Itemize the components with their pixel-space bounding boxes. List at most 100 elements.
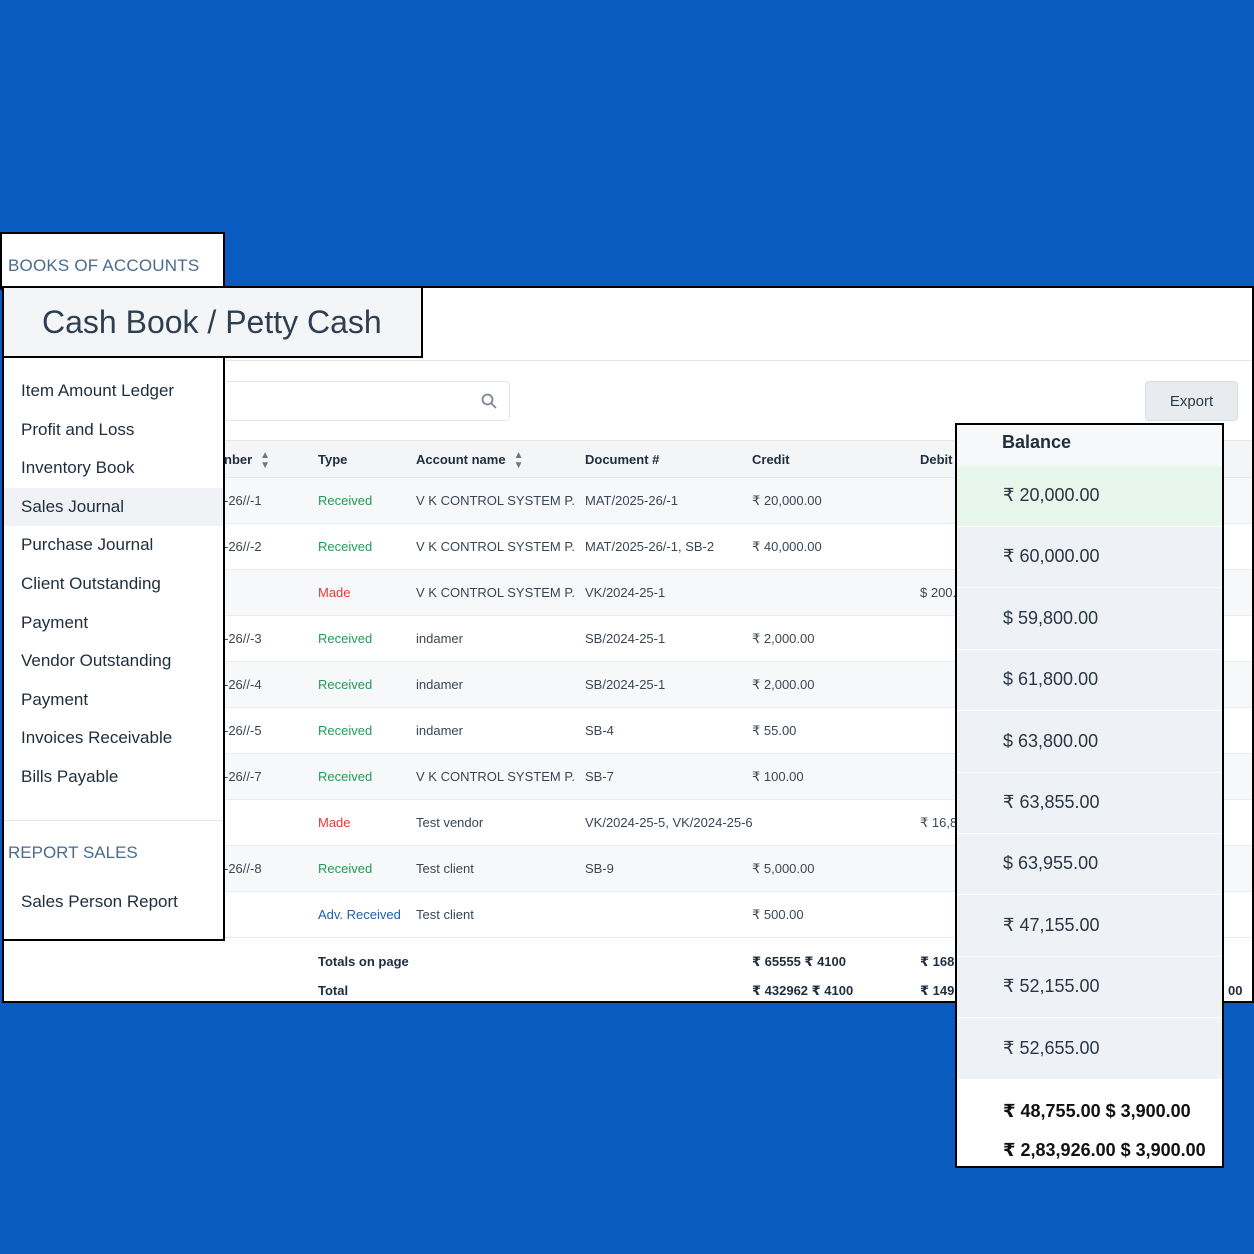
balance-header: Balance (957, 425, 1222, 466)
cell-credit: ₹ 55.00 (752, 723, 797, 738)
cell-account: V K CONTROL SYSTEM P... (416, 493, 576, 508)
books-of-accounts-label: BOOKS OF ACCOUNTS (8, 256, 200, 275)
cell-account: indamer (416, 677, 463, 692)
balance-row: ₹ 20,000.00 (957, 466, 1222, 527)
report-sales-section: REPORT SALES (8, 843, 138, 862)
cell-account: indamer (416, 631, 463, 646)
cell-number: -26//-7 (224, 769, 262, 784)
cell-number: -26//-3 (224, 631, 262, 646)
cell-type: Adv. Received (318, 907, 401, 922)
balance-value: ₹ 52,155.00 (1003, 976, 1100, 997)
balance-row: $ 63,955.00 (957, 834, 1222, 896)
sidebar-divider (4, 820, 223, 821)
balance-column: Balance ₹ 20,000.00 ₹ 60,000.00 $ 59,800.0… (955, 423, 1224, 1168)
sidebar-item-vendor-outstanding[interactable]: Vendor Outstanding (4, 642, 223, 680)
cell-document: VK/2024-25-5, VK/2024-25-6 (585, 815, 753, 830)
total-debit: ₹ 149 (920, 983, 955, 998)
totals-on-page-label: Totals on page (318, 954, 409, 969)
cell-account: indamer (416, 723, 463, 738)
sort-icon[interactable]: ▲︎ ▼︎ (260, 450, 270, 471)
balance-row: ₹ 47,155.00 (957, 896, 1222, 957)
cell-type: Received (318, 493, 373, 508)
cell-account: V K CONTROL SYSTEM P... (416, 769, 576, 784)
cell-type: Received (318, 769, 373, 784)
sidebar-item-sales-journal[interactable]: Sales Journal (4, 487, 223, 526)
balance-row: $ 63,800.00 (957, 712, 1222, 773)
header-account-label: Account name (416, 452, 506, 467)
sidebar-item-purchase-journal[interactable]: Purchase Journal (4, 526, 223, 564)
cell-account: V K CONTROL SYSTEM P... (416, 585, 576, 600)
cell-number: -26//-2 (224, 539, 262, 554)
header-account[interactable]: Account name ▲︎ ▼︎ (416, 441, 523, 479)
total-credit: ₹ 432962 ₹ 4100 (752, 983, 854, 998)
cell-account: Test vendor (416, 815, 484, 830)
balance-totals: ₹ 48,755.00 $ 3,900.00 ₹ 2,83,926.00 $ 3… (957, 1080, 1222, 1166)
cell-document: MAT/2025-26/-1 (585, 493, 678, 508)
search-icon[interactable] (481, 393, 497, 409)
cell-document: SB/2024-25-1 (585, 631, 666, 646)
balance-row: ₹ 52,655.00 (957, 1019, 1222, 1080)
sidebar-item-inventory-book[interactable]: Inventory Book (4, 449, 223, 487)
cell-number: -26//-5 (224, 723, 262, 738)
balance-value: $ 63,955.00 (1003, 853, 1099, 874)
cell-credit: ₹ 2,000.00 (752, 631, 815, 646)
cell-document: MAT/2025-26/-1, SB-2 (585, 539, 715, 554)
sidebar: Item Amount Ledger Profit and Loss Invento… (2, 356, 225, 941)
cell-number: -26//-8 (224, 861, 262, 876)
totals-on-page-debit: ₹ 168 (920, 954, 955, 969)
balance-row: ₹ 52,155.00 (957, 957, 1222, 1019)
balance-value: $ 63,800.00 (1003, 730, 1099, 751)
header-debit: Debit (920, 452, 953, 467)
export-button[interactable]: Export (1145, 381, 1238, 421)
total-label: Total (318, 983, 349, 998)
cell-credit: ₹ 100.00 (752, 769, 804, 784)
cell-account: V K CONTROL SYSTEM P... (416, 539, 576, 554)
balance-header-label: Balance (1002, 432, 1072, 452)
sort-icon[interactable]: ▲︎ ▼︎ (514, 450, 524, 471)
balance-value: ₹ 63,855.00 (1003, 792, 1100, 812)
cell-type: Received (318, 861, 373, 876)
cell-credit: ₹ 40,000.00 (752, 539, 822, 554)
cell-debit: $ 200. (920, 585, 957, 600)
books-of-accounts-section: BOOKS OF ACCOUNTS (0, 232, 225, 290)
cell-document: SB-9 (585, 861, 614, 876)
balance-value: $ 59,800.00 (1003, 607, 1099, 628)
cell-credit: ₹ 2,000.00 (752, 677, 815, 692)
balance-value: ₹ 60,000.00 (1003, 546, 1100, 567)
sidebar-item-payment-made[interactable]: Payment (4, 681, 223, 719)
sidebar-item-sales-person-report[interactable]: Sales Person Report (4, 883, 223, 921)
cell-credit: ₹ 500.00 (752, 907, 804, 922)
cell-type: Received (318, 631, 373, 646)
cell-type: Made (318, 815, 351, 830)
cell-document: SB-7 (585, 769, 614, 784)
sidebar-item-client-outstanding[interactable]: Client Outstanding (4, 565, 223, 603)
balance-value: ₹ 52,655.00 (1003, 1037, 1100, 1058)
sidebar-item-payment-receive[interactable]: Payment (4, 604, 223, 642)
page-title-box: Cash Book / Petty Cash (2, 286, 423, 358)
sidebar-item-invoices-receivable[interactable]: Invoices Receivable (4, 719, 223, 757)
cell-document: VK/2024-25-1 (585, 585, 666, 600)
cell-credit: ₹ 5,000.00 (752, 861, 815, 876)
sidebar-item-item-amount-ledger[interactable]: Item Amount Ledger (4, 372, 223, 410)
balance-value: ₹ 20,000.00 (1003, 485, 1100, 505)
header-type: Type (318, 452, 348, 467)
balance-page-total: ₹ 48,755.00 $ 3,900.00 (1003, 1101, 1191, 1121)
sidebar-item-bills-payable[interactable]: Bills Payable (4, 758, 223, 796)
balance-value: ₹ 47,155.00 (1003, 914, 1100, 935)
total-tail: 00 (1228, 983, 1243, 998)
cell-credit: ₹ 20,000.00 (752, 493, 822, 508)
cell-type: Received (318, 539, 373, 554)
balance-row: ₹ 63,855.00 (957, 773, 1222, 834)
balance-row: $ 59,800.00 (957, 589, 1222, 650)
cell-type: Made (318, 585, 351, 600)
totals-on-page-credit: ₹ 65555 ₹ 4100 (752, 954, 846, 969)
cell-account: Test client (416, 861, 474, 876)
header-number[interactable]: nber ▲︎ ▼︎ (224, 441, 270, 479)
header-credit: Credit (752, 452, 790, 467)
balance-row: ₹ 60,000.00 (957, 527, 1222, 589)
cell-type: Received (318, 677, 373, 692)
header-document: Document # (585, 452, 660, 467)
sidebar-item-profit-and-loss[interactable]: Profit and Loss (4, 411, 223, 449)
cell-document: SB-4 (585, 723, 614, 738)
cell-debit: ₹ 16,8 (920, 815, 958, 830)
